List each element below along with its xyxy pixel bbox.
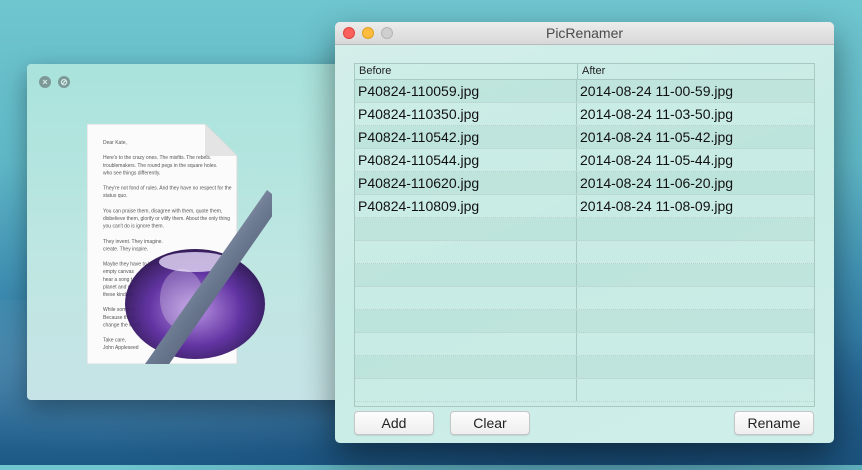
table-row[interactable]: P40824-110350.jpg 2014-08-24 11-03-50.jpg <box>355 103 814 126</box>
table-body: P40824-110059.jpg 2014-08-24 11-00-59.jpg… <box>355 80 814 402</box>
letter-line: Take care, <box>103 338 126 344</box>
letter-line: They're not fond of rules. And they have… <box>103 186 232 192</box>
cell-before <box>355 379 577 401</box>
cell-before: P40824-110809.jpg <box>355 195 577 217</box>
title-bar[interactable]: PicRenamer <box>335 22 834 45</box>
empty-table-row[interactable] <box>355 333 814 356</box>
table-row[interactable]: P40824-110809.jpg 2014-08-24 11-08-09.jpg <box>355 195 814 218</box>
cell-after <box>577 264 814 286</box>
empty-table-row[interactable] <box>355 287 814 310</box>
cell-before <box>355 264 577 286</box>
window-title: PicRenamer <box>545 25 624 41</box>
empty-table-row[interactable] <box>355 264 814 287</box>
cell-before: P40824-110620.jpg <box>355 172 577 194</box>
cell-before: P40824-110544.jpg <box>355 149 577 171</box>
empty-table-row[interactable] <box>355 241 814 264</box>
letter-line: disbelieve them, glorify or vilify them.… <box>103 216 230 222</box>
add-button[interactable]: Add <box>354 411 434 435</box>
clear-button[interactable]: Clear <box>450 411 530 435</box>
cell-before: P40824-110059.jpg <box>355 80 577 102</box>
column-header-before[interactable]: Before <box>355 64 578 79</box>
cell-after: 2014-08-24 11-03-50.jpg <box>580 106 734 122</box>
letter-line: Dear Kate, <box>103 140 127 146</box>
empty-table-row[interactable] <box>355 379 814 402</box>
cell-after <box>577 333 814 355</box>
cell-before <box>355 218 577 240</box>
column-header-after[interactable]: After <box>578 64 814 79</box>
cell-after: 2014-08-24 11-06-20.jpg <box>580 175 734 191</box>
letter-line: create. They inspire. <box>103 246 148 252</box>
empty-table-row[interactable] <box>355 356 814 379</box>
cell-after <box>577 218 814 240</box>
textedit-icon: Dear Kate, Here's to the crazy ones. The … <box>87 124 272 364</box>
cell-after: 2014-08-24 11-00-59.jpg <box>580 83 734 99</box>
table-row[interactable]: P40824-110059.jpg 2014-08-24 11-00-59.jpg <box>355 80 814 103</box>
empty-table-row[interactable] <box>355 218 814 241</box>
cell-before <box>355 310 577 332</box>
cell-before: P40824-110542.jpg <box>355 126 577 148</box>
letter-line: Here's to the crazy ones. The misfits. T… <box>103 155 211 161</box>
cell-before <box>355 287 577 309</box>
letter-line: troublemakers. The round pegs in the squ… <box>103 163 217 169</box>
cell-after: 2014-08-24 11-05-44.jpg <box>580 152 734 168</box>
cell-after <box>577 310 814 332</box>
cell-after: 2014-08-24 11-08-09.jpg <box>580 198 734 214</box>
textedit-window[interactable]: × ⊘ Dear Kate, Here's to the crazy ones. … <box>27 64 367 400</box>
rename-table[interactable]: Before After P40824-110059.jpg 2014-08-24… <box>354 63 815 407</box>
table-row[interactable]: P40824-110544.jpg 2014-08-24 11-05-44.jpg <box>355 149 814 172</box>
letter-line: status quo. <box>103 193 127 199</box>
letter-line: empty canvas <box>103 269 134 275</box>
letter-line: you can't do is ignore them. <box>103 224 164 230</box>
picrenamer-window[interactable]: PicRenamer Before After P40824-110059.jp… <box>335 22 834 443</box>
cell-after: 2014-08-24 11-05-42.jpg <box>580 129 734 145</box>
empty-table-row[interactable] <box>355 310 814 333</box>
fullscreen-icon[interactable]: ⊘ <box>58 76 70 88</box>
cell-after <box>577 356 814 378</box>
close-icon[interactable]: × <box>39 76 51 88</box>
cell-before: P40824-110350.jpg <box>355 103 577 125</box>
table-row[interactable]: P40824-110620.jpg 2014-08-24 11-06-20.jpg <box>355 172 814 195</box>
letter-line: They invent. They imagine. <box>103 239 163 245</box>
letter-line: hear a song t <box>103 277 133 283</box>
cell-before <box>355 241 577 263</box>
table-header: Before After <box>355 64 814 80</box>
cell-after <box>577 379 814 401</box>
table-row[interactable]: P40824-110542.jpg 2014-08-24 11-05-42.jpg <box>355 126 814 149</box>
rename-button[interactable]: Rename <box>734 411 814 435</box>
letter-line: who see things differently. <box>103 170 160 176</box>
letter-line: John Appleseed <box>103 345 139 351</box>
cell-before <box>355 356 577 378</box>
cell-before <box>355 333 577 355</box>
letter-line: You can praise them, disagree with them,… <box>103 208 222 214</box>
cell-after <box>577 287 814 309</box>
cell-after <box>577 241 814 263</box>
